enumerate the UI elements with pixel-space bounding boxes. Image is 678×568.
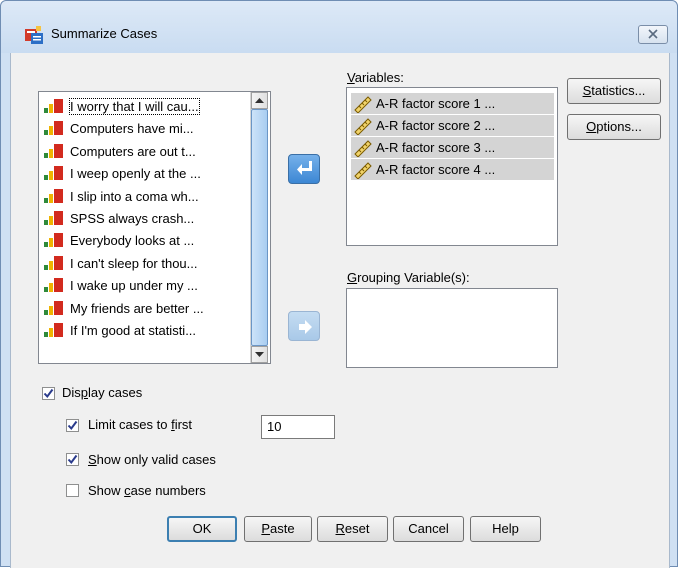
ordinal-bar-icon [44, 121, 63, 136]
variables-list-item[interactable]: A-R factor score 4 ... [351, 159, 554, 180]
ordinal-bar-icon [44, 188, 63, 203]
variables-label: Variables: [347, 70, 404, 85]
source-item-label: Everybody looks at ... [70, 233, 195, 249]
checkmark-icon [43, 388, 54, 399]
grouping-label: Grouping Variable(s): [347, 270, 470, 285]
limit-cases-label: Limit cases to first [88, 417, 193, 432]
variables-list-item[interactable]: A-R factor score 3 ... [351, 137, 554, 158]
display-cases-label: Display cases [62, 385, 143, 400]
reset-button[interactable]: Reset [317, 516, 388, 542]
valid-only-checkbox[interactable] [66, 453, 79, 466]
triangle-up-icon [255, 98, 264, 103]
source-list-item[interactable]: My friends are better ... [43, 298, 253, 318]
close-button[interactable] [638, 25, 668, 44]
ordinal-bar-icon [44, 166, 63, 181]
ruler-icon [354, 96, 372, 113]
vertical-scrollbar[interactable] [250, 92, 268, 363]
variable-item-label: A-R factor score 2 ... [376, 118, 496, 133]
help-button[interactable]: Help [470, 516, 541, 542]
ordinal-bar-icon [44, 99, 63, 113]
ok-button[interactable]: OK [167, 516, 237, 542]
ordinal-bar-icon [44, 278, 63, 293]
ordinal-bar-icon [44, 211, 63, 225]
source-list-item[interactable]: Everybody looks at ... [43, 230, 253, 250]
source-list-item[interactable]: I weep openly at the ... [43, 163, 253, 183]
summarize-app-icon [25, 25, 45, 45]
variable-item-label: A-R factor score 4 ... [376, 162, 496, 177]
source-list-item[interactable]: I slip into a coma wh... [43, 186, 253, 206]
variables-list-item[interactable]: A-R factor score 2 ... [351, 115, 554, 136]
arrow-left-icon [297, 161, 312, 175]
checkmark-icon [67, 420, 78, 431]
ordinal-bar-icon [44, 323, 63, 337]
move-to-variables-button[interactable] [288, 154, 320, 184]
variable-item-label: A-R factor score 3 ... [376, 140, 496, 155]
checkmark-icon [67, 454, 78, 465]
source-item-label: I can't sleep for thou... [70, 255, 198, 271]
ordinal-bar-icon [44, 143, 63, 158]
source-list-item[interactable]: I can't sleep for thou... [43, 253, 253, 273]
options-button[interactable]: Options... [567, 114, 661, 140]
paste-button[interactable]: Paste [244, 516, 312, 542]
case-numbers-label: Show case numbers [88, 483, 206, 498]
source-item-label: SPSS always crash... [70, 211, 195, 226]
source-item-label: If I'm good at statisti... [70, 323, 197, 338]
source-list-item[interactable]: I wake up under my ... [43, 275, 253, 295]
summarize-cases-dialog: Summarize Cases I worry that I will cau.… [0, 0, 678, 568]
scroll-down-button[interactable] [251, 346, 268, 363]
scroll-up-button[interactable] [251, 92, 268, 109]
source-item-label: I worry that I will cau... [69, 98, 200, 115]
valid-only-label: Show only valid cases [88, 452, 216, 467]
ordinal-bar-icon [44, 300, 63, 315]
window-title: Summarize Cases [51, 26, 158, 41]
ordinal-bar-icon [44, 233, 63, 248]
ruler-icon [354, 162, 372, 179]
ruler-icon [354, 118, 372, 135]
grouping-variable-list[interactable] [346, 288, 558, 368]
close-x-icon [648, 29, 658, 39]
source-item-label: My friends are better ... [70, 300, 204, 316]
source-list-item[interactable]: Computers are out t... [43, 141, 253, 161]
title-bar[interactable]: Summarize Cases [1, 1, 677, 53]
source-item-label: I weep openly at the ... [70, 166, 201, 182]
cancel-button[interactable]: Cancel [393, 516, 464, 542]
variable-item-label: A-R factor score 1 ... [376, 96, 496, 111]
source-item-label: I slip into a coma wh... [70, 188, 199, 204]
source-item-label: Computers have mi... [70, 121, 194, 137]
statistics-button[interactable]: Statistics... [567, 78, 661, 104]
dialog-body: I worry that I will cau... Computers have… [10, 53, 670, 568]
source-item-label: I wake up under my ... [70, 278, 198, 294]
ordinal-bar-icon [44, 255, 63, 270]
ruler-icon [354, 140, 372, 157]
move-to-grouping-button[interactable] [288, 311, 320, 341]
source-variable-list[interactable]: I worry that I will cau... Computers have… [38, 91, 271, 364]
arrow-right-icon [299, 320, 312, 334]
case-numbers-checkbox[interactable] [66, 484, 79, 497]
variables-list-item[interactable]: A-R factor score 1 ... [351, 93, 554, 114]
triangle-down-icon [255, 352, 264, 357]
limit-cases-checkbox[interactable] [66, 419, 79, 432]
display-cases-checkbox[interactable] [42, 387, 55, 400]
limit-cases-input[interactable]: 10 [261, 415, 335, 439]
scroll-thumb[interactable] [251, 109, 268, 346]
variables-list[interactable]: A-R factor score 1 ... A-R factor score 2… [346, 87, 558, 246]
source-list-item[interactable]: I worry that I will cau... [43, 96, 253, 116]
source-list-item[interactable]: If I'm good at statisti... [43, 320, 253, 340]
source-list-item[interactable]: Computers have mi... [43, 118, 253, 138]
source-list-item[interactable]: SPSS always crash... [43, 208, 253, 228]
source-item-label: Computers are out t... [70, 143, 196, 159]
